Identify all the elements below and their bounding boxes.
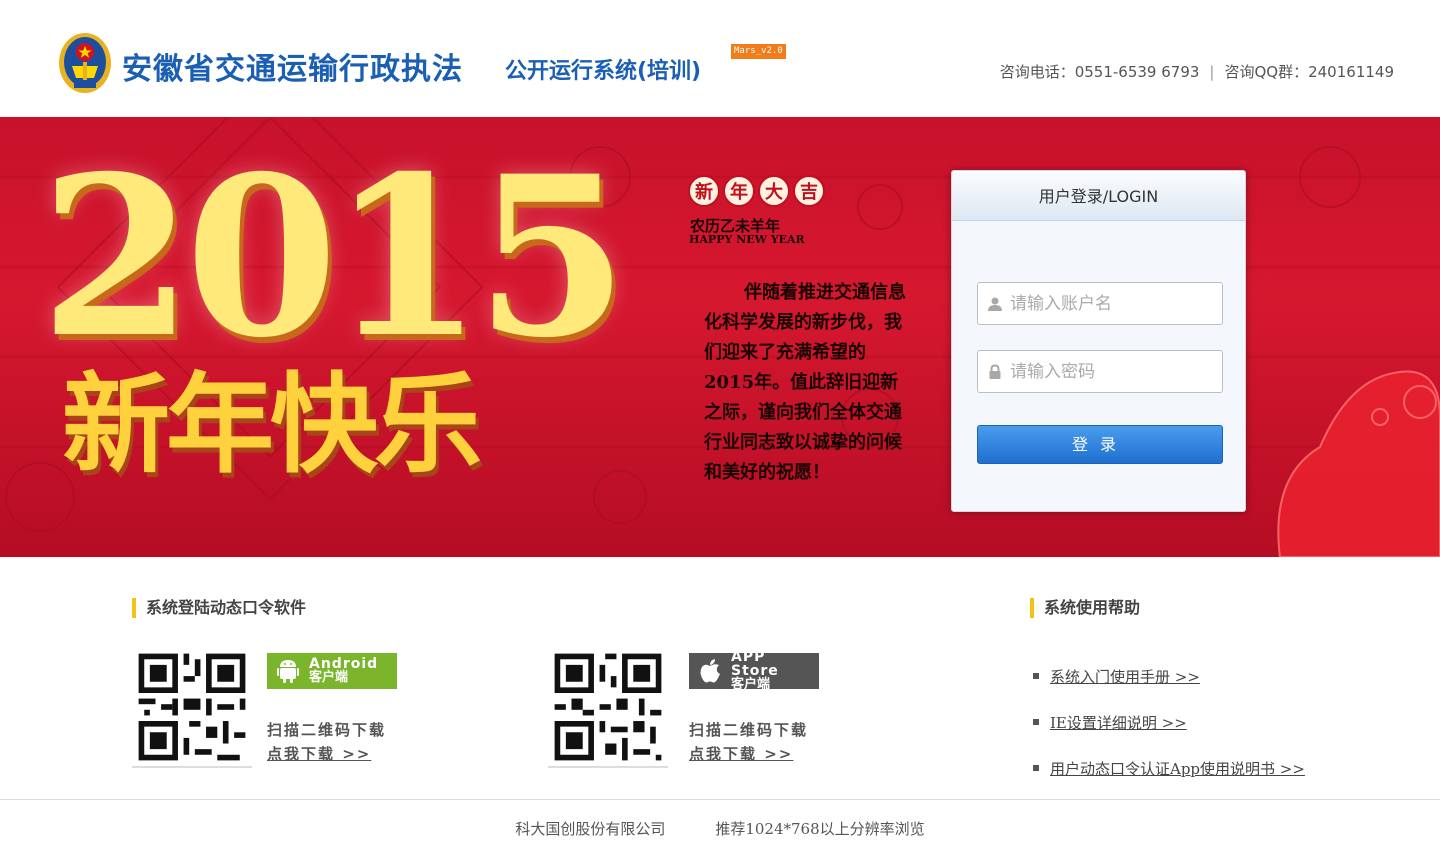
appstore-badge-line1: APP Store xyxy=(731,649,779,679)
android-scan-text: 扫描二维码下载 xyxy=(267,721,387,739)
happy-new-year-text: HAPPY NEW YEAR xyxy=(689,233,805,246)
android-badge-text: Android 客户端 xyxy=(309,657,378,685)
contact-separator: | xyxy=(1209,63,1215,81)
help-item: IE设置详细说明 >> xyxy=(1033,699,1305,745)
seal-char: 大 xyxy=(758,175,790,207)
bullet-icon xyxy=(1033,765,1039,771)
contact-qq: 咨询QQ群：240161149 xyxy=(1224,63,1394,81)
system-title: 安徽省交通运输行政执法 xyxy=(122,52,463,87)
footer-resolution-note: 推荐1024*768以上分辨率浏览 xyxy=(715,820,925,838)
appstore-badge-text: APP Store 客户端 xyxy=(731,650,819,692)
password-field[interactable] xyxy=(977,350,1223,393)
android-download-badge[interactable]: Android 客户端 xyxy=(267,653,397,689)
site-header: 安徽省交通运输行政执法 公开运行系统(培训) Mars_v2.0 咨询电话：05… xyxy=(0,0,1440,117)
seal-char: 新 xyxy=(688,175,720,207)
lock-icon xyxy=(989,364,1001,379)
android-icon xyxy=(277,660,299,683)
footer: 科大国创股份有限公司 推荐1024*768以上分辨率浏览 xyxy=(0,818,1440,839)
help-list: 系统入门使用手册 >> IE设置详细说明 >> 用户动态口令认证App使用说明书… xyxy=(1033,653,1305,791)
help-item: 用户动态口令认证App使用说明书 >> xyxy=(1033,745,1305,791)
seal-char: 吉 xyxy=(793,175,825,207)
greeting-message: 伴随着推进交通信息化科学发展的新步伐，我们迎来了充满希望的2015年。值此辞旧迎… xyxy=(704,282,906,483)
contact-phone: 咨询电话：0551-6539 6793 xyxy=(999,63,1200,81)
transport-enforcement-emblem-icon xyxy=(59,33,111,93)
username-field[interactable] xyxy=(977,282,1223,325)
version-badge: Mars_v2.0 xyxy=(731,44,786,59)
android-badge-line2: 客户端 xyxy=(309,670,349,685)
seal-char: 年 xyxy=(723,175,755,207)
download-section-title: 系统登陆动态口令软件 xyxy=(132,598,306,618)
password-input[interactable] xyxy=(1010,351,1218,392)
paper-cut-sheep-icon xyxy=(1277,370,1440,557)
seal-row: 新 年 大 吉 xyxy=(688,175,825,207)
footer-divider xyxy=(0,799,1440,800)
ios-scan-text: 扫描二维码下载 xyxy=(689,721,809,739)
ios-download-link[interactable]: 点我下载 >> xyxy=(689,743,793,764)
login-title: 用户登录/LOGIN xyxy=(952,171,1245,221)
username-input[interactable] xyxy=(1010,283,1218,324)
ios-qr-code xyxy=(548,648,668,768)
footer-company: 科大国创股份有限公司 xyxy=(515,820,666,838)
apple-icon xyxy=(700,659,720,683)
year-graphic: 2015 xyxy=(40,127,628,386)
contact-info: 咨询电话：0551-6539 6793 | 咨询QQ群：240161149 xyxy=(1000,61,1394,82)
help-link-ie-settings[interactable]: IE设置详细说明 >> xyxy=(1050,712,1187,733)
appstore-badge-line2: 客户端 xyxy=(731,677,771,692)
android-download-link[interactable]: 点我下载 >> xyxy=(267,743,371,764)
help-section-title: 系统使用帮助 xyxy=(1030,598,1140,618)
greeting-graphic: 新年快乐 xyxy=(62,363,482,488)
user-icon xyxy=(988,297,1002,311)
help-link-app-guide[interactable]: 用户动态口令认证App使用说明书 >> xyxy=(1050,758,1305,779)
help-link-manual[interactable]: 系统入门使用手册 >> xyxy=(1050,666,1200,687)
bullet-icon xyxy=(1033,719,1039,725)
help-item: 系统入门使用手册 >> xyxy=(1033,653,1305,699)
bullet-icon xyxy=(1033,673,1039,679)
login-panel: 用户登录/LOGIN 登录 xyxy=(951,170,1246,512)
system-subtitle: 公开运行系统(培训) xyxy=(505,59,702,84)
login-button[interactable]: 登录 xyxy=(977,425,1223,464)
appstore-download-badge[interactable]: APP Store 客户端 xyxy=(689,650,819,692)
android-badge-line1: Android xyxy=(309,656,379,672)
android-qr-code xyxy=(132,648,252,768)
